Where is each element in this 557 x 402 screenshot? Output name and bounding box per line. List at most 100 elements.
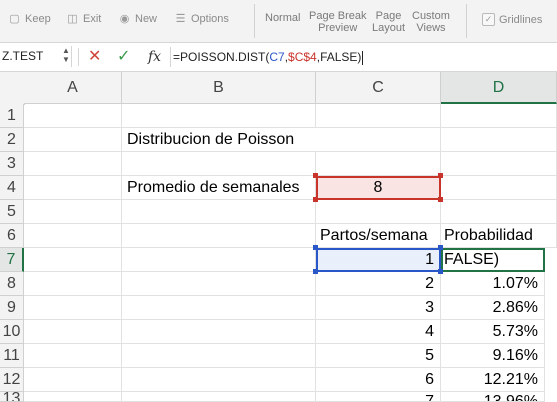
cell-a8[interactable] xyxy=(24,272,122,296)
cell-d12[interactable]: 12.21% xyxy=(441,368,545,392)
cell-d3[interactable] xyxy=(441,152,557,176)
cell-b6[interactable] xyxy=(122,224,316,248)
new-button[interactable]: ◉ New xyxy=(118,13,157,25)
page-break-label-1: Page Break xyxy=(309,10,367,22)
cell-a3[interactable] xyxy=(24,152,122,176)
row-header-5[interactable]: 5 xyxy=(0,200,24,224)
cell-b13[interactable] xyxy=(122,392,316,402)
cell-c13[interactable]: 7 xyxy=(316,392,441,402)
cell-b5[interactable] xyxy=(122,200,316,224)
keep-button[interactable]: ▢ Keep xyxy=(8,13,51,25)
keep-label: Keep xyxy=(25,13,51,25)
row-header-11[interactable]: 11 xyxy=(0,344,24,368)
cell-a12[interactable] xyxy=(24,368,122,392)
c4-handle-tl[interactable] xyxy=(313,173,318,178)
cell-b9[interactable] xyxy=(122,296,316,320)
ribbon-divider xyxy=(254,4,255,38)
formula-text-suffix: ,FALSE) xyxy=(316,50,362,64)
cell-d13[interactable]: 13.96% xyxy=(441,392,545,402)
fx-icon[interactable]: fx xyxy=(148,47,161,67)
cell-d4[interactable] xyxy=(441,176,557,200)
column-header-b[interactable]: B xyxy=(122,72,316,104)
options-button[interactable]: ☰ Options xyxy=(174,13,229,25)
cell-a10[interactable] xyxy=(24,320,122,344)
custom-views-button[interactable]: Custom Views xyxy=(412,10,450,34)
cell-a1[interactable] xyxy=(24,104,122,128)
cell-a13[interactable] xyxy=(24,392,122,402)
formula-bar-divider xyxy=(78,48,79,66)
cell-b7[interactable] xyxy=(122,248,316,272)
row-header-3[interactable]: 3 xyxy=(0,152,24,176)
cell-a7[interactable] xyxy=(24,248,122,272)
page-break-preview-button[interactable]: Page Break Preview xyxy=(309,10,366,34)
c7-handle-br[interactable] xyxy=(438,269,443,274)
cell-d8[interactable]: 1.07% xyxy=(441,272,545,296)
cell-b2[interactable]: Distribucion de Poisson xyxy=(122,128,316,152)
confirm-icon[interactable]: ✓ xyxy=(117,47,130,67)
c4-handle-tr[interactable] xyxy=(438,173,443,178)
cancel-icon[interactable]: ✕ xyxy=(88,47,101,67)
cell-b4[interactable]: Promedio de semanales xyxy=(122,176,316,200)
cell-c6[interactable]: Partos/semana xyxy=(316,224,441,248)
row-header-13[interactable]: 13 xyxy=(0,392,24,402)
cell-c12[interactable]: 6 xyxy=(316,368,441,392)
c4-handle-br[interactable] xyxy=(438,197,443,202)
cell-b3[interactable] xyxy=(122,152,316,176)
cell-b1[interactable] xyxy=(122,104,316,128)
row-header-6[interactable]: 6 xyxy=(0,224,24,248)
cell-a2[interactable] xyxy=(24,128,122,152)
cell-c4[interactable]: 8 xyxy=(316,176,441,200)
c7-handle-tr[interactable] xyxy=(438,245,443,250)
row-header-1[interactable]: 1 xyxy=(0,104,24,128)
cell-a11[interactable] xyxy=(24,344,122,368)
cell-a4[interactable] xyxy=(24,176,122,200)
cell-b12[interactable] xyxy=(122,368,316,392)
cell-d5[interactable] xyxy=(441,200,557,224)
column-header-a[interactable]: A xyxy=(24,72,122,104)
formula-input[interactable]: =POISSON.DIST(C7,$C$4,FALSE) xyxy=(173,48,364,66)
cell-d1[interactable] xyxy=(441,104,557,128)
cell-d7-editing[interactable]: FALSE) xyxy=(441,248,545,272)
exit-icon: ◫ xyxy=(67,12,78,25)
cell-c8[interactable]: 2 xyxy=(316,272,441,296)
page-layout-button[interactable]: Page Layout xyxy=(372,10,405,34)
cell-d6[interactable]: Probabilidad xyxy=(441,224,557,248)
row-header-2[interactable]: 2 xyxy=(0,128,24,152)
cell-c9[interactable]: 3 xyxy=(316,296,441,320)
custom-views-label-1: Custom xyxy=(412,10,450,22)
cell-c1[interactable] xyxy=(316,104,441,128)
column-header-c[interactable]: C xyxy=(316,72,441,104)
select-all-corner[interactable] xyxy=(0,72,25,105)
cell-c5[interactable] xyxy=(316,200,441,224)
cell-a9[interactable] xyxy=(24,296,122,320)
cell-b11[interactable] xyxy=(122,344,316,368)
cell-d9[interactable]: 2.86% xyxy=(441,296,545,320)
cell-a5[interactable] xyxy=(24,200,122,224)
exit-button[interactable]: ◫ Exit xyxy=(66,13,101,25)
row-header-4[interactable]: 4 xyxy=(0,176,24,200)
cell-d10[interactable]: 5.73% xyxy=(441,320,545,344)
cell-c3[interactable] xyxy=(316,152,441,176)
c7-handle-bl[interactable] xyxy=(313,269,318,274)
row-header-7[interactable]: 7 xyxy=(0,248,24,272)
column-header-d[interactable]: D xyxy=(441,72,557,104)
cell-c11[interactable]: 5 xyxy=(316,344,441,368)
row-header-8[interactable]: 8 xyxy=(0,272,24,296)
c7-handle-tl[interactable] xyxy=(313,245,318,250)
normal-view-button[interactable]: Normal xyxy=(265,12,300,24)
cell-c2[interactable] xyxy=(316,128,441,152)
cell-b10[interactable] xyxy=(122,320,316,344)
cell-c10[interactable]: 4 xyxy=(316,320,441,344)
cell-a6[interactable] xyxy=(24,224,122,248)
cell-b8[interactable] xyxy=(122,272,316,296)
c4-handle-bl[interactable] xyxy=(313,197,318,202)
cell-d11[interactable]: 9.16% xyxy=(441,344,545,368)
row-header-12[interactable]: 12 xyxy=(0,368,24,392)
list-icon: ☰ xyxy=(175,12,186,25)
cell-c7[interactable]: 1 xyxy=(316,248,441,272)
row-header-10[interactable]: 10 xyxy=(0,320,24,344)
row-header-9[interactable]: 9 xyxy=(0,296,24,320)
gridlines-toggle[interactable]: ✓ Gridlines xyxy=(482,13,542,26)
name-box-dropdown-icon[interactable]: ▲ ▼ xyxy=(62,46,70,64)
cell-d2[interactable] xyxy=(441,128,557,152)
